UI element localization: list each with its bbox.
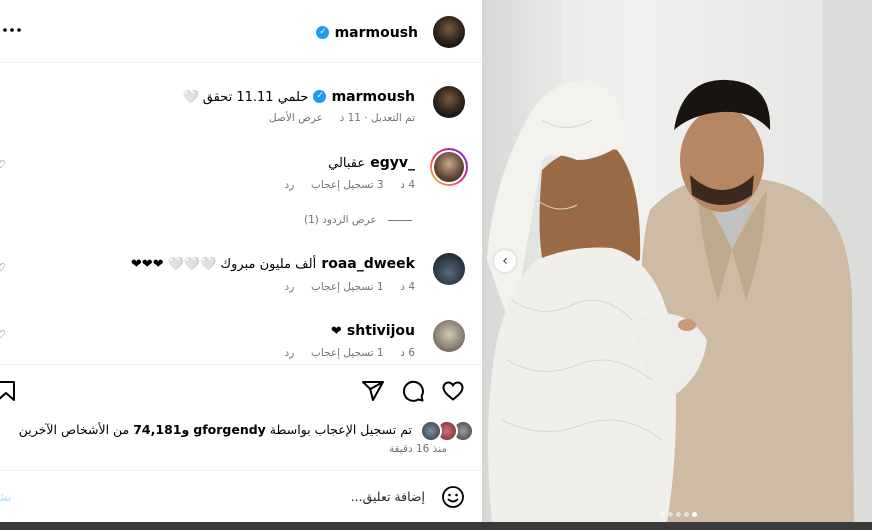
likes-suffix: من الأشخاص الآخرين xyxy=(18,422,130,437)
carousel-dot xyxy=(659,512,665,517)
comment-avatar[interactable] xyxy=(433,253,465,285)
comment-username[interactable]: roaa_dweek xyxy=(321,256,415,272)
comment-avatar-story-ring[interactable] xyxy=(430,148,468,186)
comment-meta: 4 د 1 تسجيل إعجاب رد xyxy=(285,281,415,293)
more-options-button[interactable] xyxy=(2,20,22,40)
verified-badge-icon: ✓ xyxy=(313,90,327,103)
carousel-dot xyxy=(683,512,689,517)
comment-likes[interactable]: 1 تسجيل إعجاب xyxy=(311,347,384,359)
comment-text: عقبالي xyxy=(328,156,366,171)
send-icon xyxy=(362,381,384,401)
comment-text: ❤ xyxy=(330,324,342,339)
post-actions: تم تسجيل الإعجاب بواسطة gforgendy و74,18… xyxy=(0,364,482,471)
comment-username[interactable]: _egyv xyxy=(370,155,415,171)
comment-likes[interactable]: 3 تسجيل إعجاب xyxy=(311,179,384,191)
carousel-indicator xyxy=(658,502,698,521)
wedding-photo xyxy=(487,0,872,522)
comment-meta: 6 د 1 تسجيل إعجاب رد xyxy=(285,347,415,359)
caption-text: حلمي 11.11 تحقق 🤍 xyxy=(182,90,309,105)
more-horizontal-icon xyxy=(3,28,21,32)
caption-avatar[interactable] xyxy=(433,86,465,118)
smiley-icon xyxy=(442,486,464,508)
verified-badge-icon: ✓ xyxy=(316,26,330,39)
reply-button[interactable]: رد xyxy=(285,179,295,191)
comment-avatar xyxy=(434,152,464,182)
comment-line: roaa_dweek ألف مليون مبروك 🤍🤍🤍 ❤❤❤ xyxy=(131,253,415,272)
post-comment-button[interactable]: نشر xyxy=(0,489,12,504)
comment-like-heart-icon[interactable]: ♡ xyxy=(0,158,6,171)
carousel-dot xyxy=(667,512,673,517)
caption-edited: تم التعديل xyxy=(371,112,415,124)
view-replies[interactable]: عرض الردود (1) xyxy=(304,214,412,226)
comment-username[interactable]: shtivijou xyxy=(347,323,415,339)
like-button[interactable] xyxy=(441,379,465,407)
header-avatar[interactable] xyxy=(433,16,465,48)
liker-avatar[interactable] xyxy=(420,420,442,442)
view-replies-label[interactable]: عرض الردود (1) xyxy=(304,214,377,226)
caption-time[interactable]: 11 د xyxy=(340,112,361,124)
comment-line: _egyv عقبالي xyxy=(328,152,415,171)
likes-user[interactable]: gforgendy xyxy=(193,422,266,437)
post-header: marmoush ✓ xyxy=(0,0,482,63)
comment-meta: 4 د 3 تسجيل إعجاب رد xyxy=(285,179,415,191)
bookmark-icon xyxy=(0,381,15,401)
caption-meta: تم التعديل · 11 د عرض الأصل xyxy=(269,112,415,124)
post-image[interactable] xyxy=(482,0,872,522)
caption-username[interactable]: marmoush xyxy=(332,89,415,105)
save-button[interactable] xyxy=(0,379,18,407)
likes-summary: تم تسجيل الإعجاب بواسطة gforgendy و74,18… xyxy=(19,422,412,437)
heart-icon xyxy=(442,381,464,401)
likes-prefix: تم تسجيل الإعجاب بواسطة xyxy=(269,422,412,437)
chevron-left-icon: ‹ xyxy=(502,253,508,269)
reply-button[interactable]: رد xyxy=(285,347,295,359)
comment-time[interactable]: 4 د xyxy=(400,281,415,293)
replies-divider xyxy=(388,219,412,221)
likes-count[interactable]: و74,181 xyxy=(133,422,189,437)
carousel-dot-active xyxy=(691,512,697,517)
comment-avatar[interactable] xyxy=(433,320,465,352)
post-details-panel: marmoush ✓ marmoush ✓ حلمي 11.11 تحقق 🤍 … xyxy=(0,0,482,522)
reply-button[interactable]: رد xyxy=(285,281,295,293)
comment-like-heart-icon[interactable]: ♡ xyxy=(0,328,6,341)
header-user[interactable]: marmoush ✓ xyxy=(316,22,418,41)
comment-button[interactable] xyxy=(401,379,425,407)
comment-bubble-icon xyxy=(402,380,424,402)
comment-line: shtivijou ❤ xyxy=(331,320,415,339)
taskbar-edge xyxy=(0,522,872,530)
add-comment-bar: إضافة تعليق... نشر xyxy=(0,470,482,522)
comment-input[interactable]: إضافة تعليق... xyxy=(351,489,425,504)
share-button[interactable] xyxy=(361,379,385,407)
carousel-dot xyxy=(675,512,681,517)
post-time[interactable]: منذ 16 دقيقة xyxy=(389,443,447,455)
comment-time[interactable]: 6 د xyxy=(400,347,415,359)
header-username[interactable]: marmoush xyxy=(335,25,418,41)
comment-like-heart-icon[interactable]: ♡ xyxy=(0,261,6,274)
comment-likes[interactable]: 1 تسجيل إعجاب xyxy=(311,281,384,293)
carousel-prev-button[interactable]: ‹ xyxy=(494,250,516,272)
see-original-link[interactable]: عرض الأصل xyxy=(269,112,323,124)
comment-text: ألف مليون مبروك 🤍🤍🤍 ❤❤❤ xyxy=(130,257,317,272)
caption-line: marmoush ✓ حلمي 11.11 تحقق 🤍 xyxy=(182,86,415,105)
emoji-button[interactable] xyxy=(441,485,465,513)
comment-time[interactable]: 4 د xyxy=(400,179,415,191)
